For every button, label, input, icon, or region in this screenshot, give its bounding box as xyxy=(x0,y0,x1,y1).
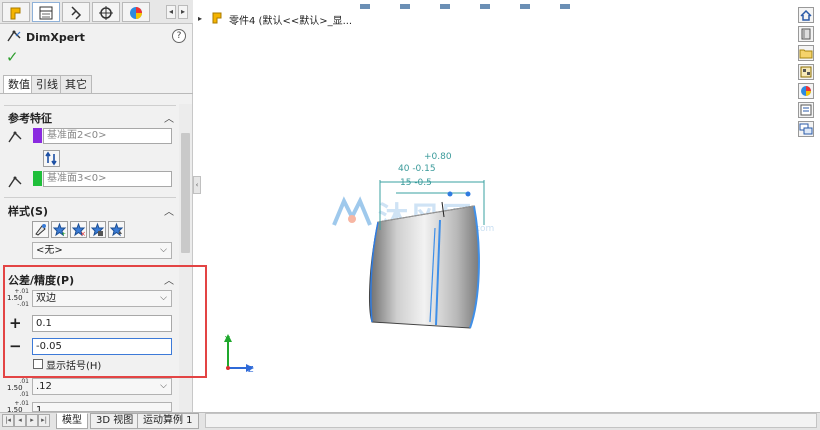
custom-properties-icon[interactable] xyxy=(798,102,814,118)
next-tab-button[interactable]: ▸ xyxy=(26,414,38,427)
panel-collapse-handle[interactable]: ‹ xyxy=(193,176,201,194)
tab-3d-view[interactable]: 3D 视图 xyxy=(90,413,140,429)
appearance-pie-icon xyxy=(130,7,142,19)
ref-section-title: 参考特征 xyxy=(8,112,52,125)
section-divider xyxy=(4,197,176,198)
dimension-overall[interactable]: 40 -0.15 xyxy=(398,164,436,174)
property-manager-icon xyxy=(39,6,53,20)
chevron-down-icon: ⌵ xyxy=(160,381,167,391)
prev-tab-button[interactable]: ◂ xyxy=(14,414,26,427)
feature-tree-label[interactable]: 零件4 (默认<<默认>_显... xyxy=(229,12,352,27)
star-add-icon: + xyxy=(52,222,67,238)
tab-configuration-manager[interactable] xyxy=(62,2,90,22)
subtab-divider xyxy=(0,93,193,94)
dimxpert-icon xyxy=(6,29,22,46)
star-load-icon xyxy=(109,222,124,237)
tolerance-precision-select[interactable]: 1 xyxy=(32,402,172,412)
primary-precision-value: .12 xyxy=(36,381,52,392)
ref2-color-swatch xyxy=(33,171,42,186)
folder-icon[interactable] xyxy=(798,45,814,61)
crosshair-icon xyxy=(99,6,113,20)
style-load-button[interactable] xyxy=(108,221,125,238)
style-select[interactable]: <无> ⌵ xyxy=(32,242,172,259)
appearances-icon[interactable] xyxy=(798,83,814,99)
swap-arrows-icon xyxy=(45,151,57,166)
horizontal-scrollbar[interactable] xyxy=(205,413,817,428)
manager-tabbar: ◂ ▸ xyxy=(0,0,193,24)
tab-other[interactable]: 其它 xyxy=(60,75,92,93)
style-select-value: <无> xyxy=(36,245,63,256)
part-icon xyxy=(211,11,225,28)
axis-z-label: Z xyxy=(248,365,254,374)
collapse-caret-icon[interactable]: ︿ xyxy=(164,110,174,125)
home-icon[interactable] xyxy=(798,7,814,23)
ref2-input[interactable]: 基准面3<0> xyxy=(43,171,172,187)
feature-manager-icon xyxy=(10,7,21,20)
tab-scroll-left-button[interactable]: ◂ xyxy=(166,5,176,19)
reference-feature-icon xyxy=(7,130,23,147)
tab-display-manager[interactable] xyxy=(122,2,150,22)
tree-expand-icon[interactable]: ▸ xyxy=(198,14,202,23)
tab-scroll-right-button[interactable]: ▸ xyxy=(178,5,188,19)
primary-precision-select[interactable]: .12 ⌵ xyxy=(32,378,172,395)
tolerance-precision-value: 1 xyxy=(36,405,43,412)
panel-scrollbar-thumb[interactable] xyxy=(181,133,190,253)
highlight-box xyxy=(3,265,207,378)
tab-model[interactable]: 模型 xyxy=(56,413,88,429)
reference-feature-icon xyxy=(7,175,23,192)
last-tab-button[interactable]: ▸| xyxy=(38,414,50,427)
dimension-upper[interactable]: +0.80 xyxy=(424,152,452,162)
configuration-icon xyxy=(71,6,82,20)
collapse-caret-icon[interactable]: ︿ xyxy=(164,203,174,218)
ok-button[interactable]: ✓ xyxy=(6,48,19,66)
swap-button[interactable] xyxy=(43,150,60,167)
style-apply-button[interactable] xyxy=(32,221,49,238)
tab-dimxpert-manager[interactable] xyxy=(92,2,120,22)
heads-up-toolbar[interactable] xyxy=(360,0,600,9)
axis-y-label: Y xyxy=(225,335,230,344)
chevron-down-icon: ⌵ xyxy=(160,245,167,255)
style-delete-button[interactable]: × xyxy=(70,221,87,238)
star-save-icon xyxy=(90,222,105,237)
ref1-color-swatch xyxy=(33,128,42,143)
ref1-input[interactable]: 基准面2<0> xyxy=(43,128,172,144)
svg-text:×: × xyxy=(80,230,86,237)
view-palette-icon[interactable] xyxy=(798,64,814,80)
tab-motion-study[interactable]: 运动算例 1 xyxy=(137,413,199,429)
forum-icon[interactable] xyxy=(798,121,814,137)
style-add-button[interactable]: + xyxy=(51,221,68,238)
library-icon[interactable] xyxy=(798,26,814,42)
primary-precision-icon: .01 1.50 .01 xyxy=(7,378,29,398)
first-tab-button[interactable]: |◂ xyxy=(2,414,14,427)
tab-leader[interactable]: 引线 xyxy=(31,75,63,93)
style-brush-icon xyxy=(35,224,46,236)
dimension-groove[interactable]: 15 -0.5 xyxy=(400,178,432,188)
star-delete-icon: × xyxy=(71,222,86,238)
tab-feature-manager[interactable] xyxy=(2,2,30,22)
style-section-title: 样式(S) xyxy=(8,205,48,218)
section-divider xyxy=(4,105,176,106)
help-button[interactable]: ? xyxy=(172,29,186,43)
page-title: DimXpert xyxy=(26,31,85,44)
tab-property-manager[interactable] xyxy=(32,2,60,22)
svg-text:+: + xyxy=(61,231,66,237)
style-save-button[interactable] xyxy=(89,221,106,238)
